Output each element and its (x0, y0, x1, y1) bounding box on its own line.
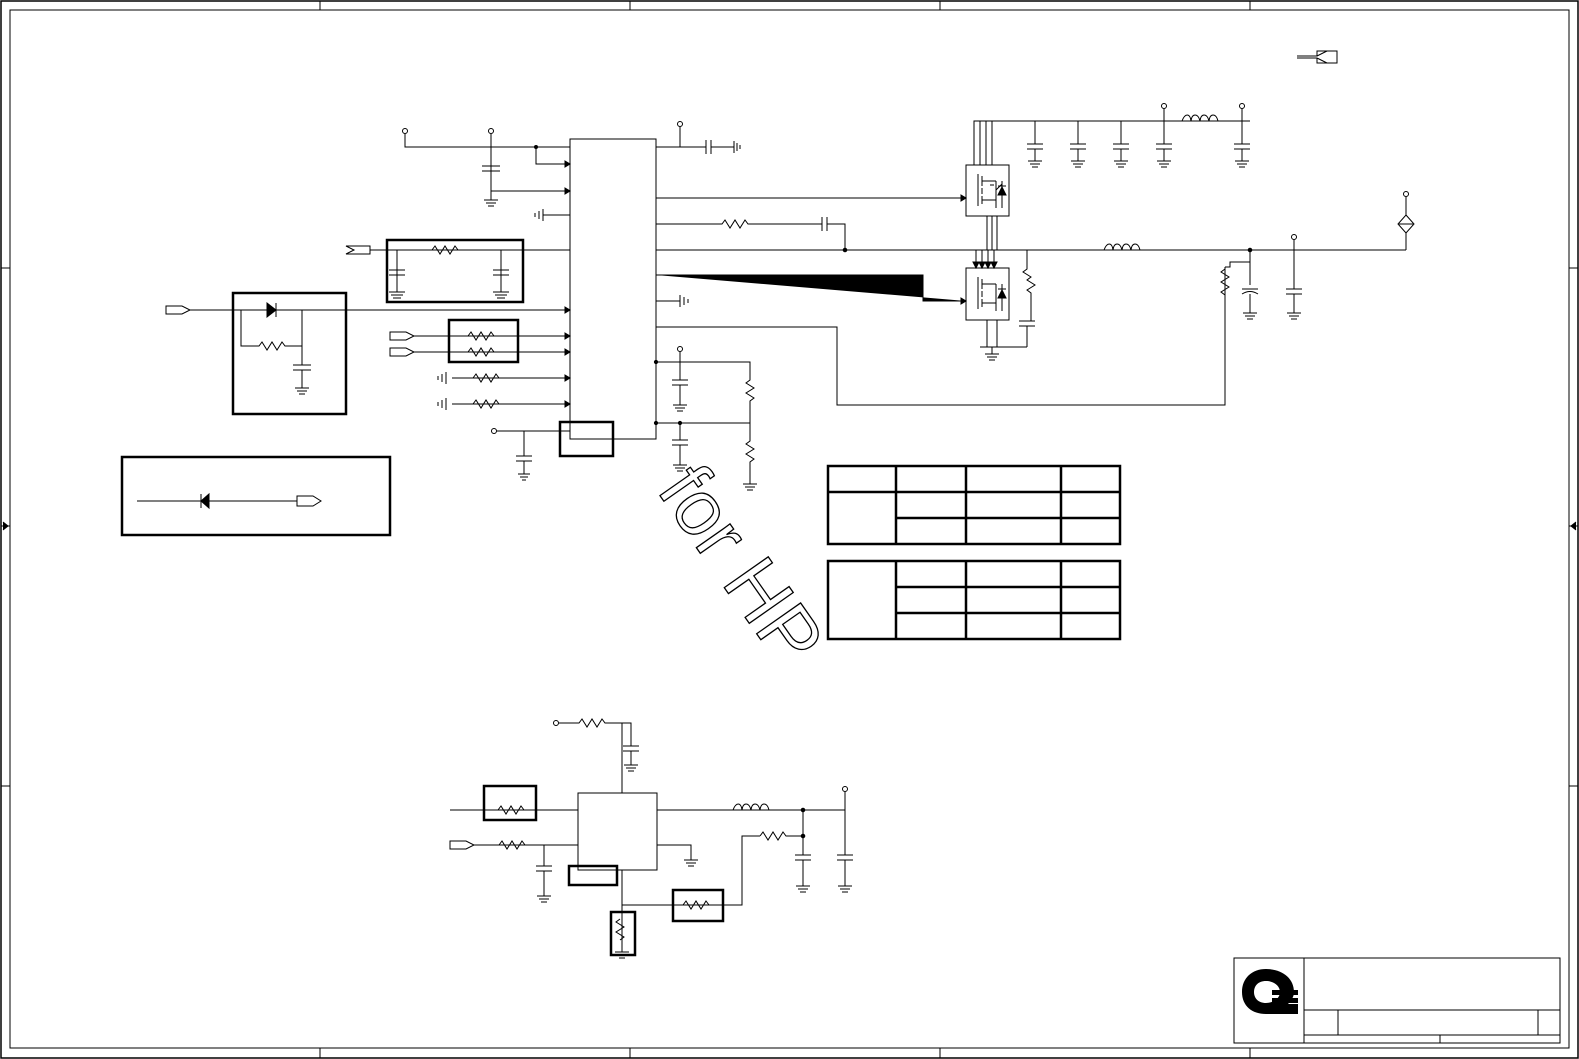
high-side-mosfet (965, 120, 1250, 250)
quanta-logo-icon (1242, 969, 1298, 1014)
watermark: for HP (641, 449, 841, 682)
sheet-frame (0, 0, 1579, 1059)
diode-output-box (120, 455, 392, 537)
input-capacitor-bank (1027, 103, 1250, 168)
low-side-mosfet (965, 250, 1036, 361)
watermark-text: for HP (642, 449, 841, 681)
lower-table (826, 559, 1122, 641)
output-filter (1103, 191, 1415, 320)
ldo-regulator-ic (577, 792, 658, 871)
net-port-symbol (1297, 50, 1338, 64)
schematic-sheet: for HP (0, 0, 1579, 1059)
controller-left-nets (165, 128, 615, 481)
ldo-nets (449, 718, 853, 959)
pwm-controller-ic (569, 138, 657, 440)
upper-table (826, 464, 1122, 546)
controller-right-nets (653, 121, 1250, 491)
